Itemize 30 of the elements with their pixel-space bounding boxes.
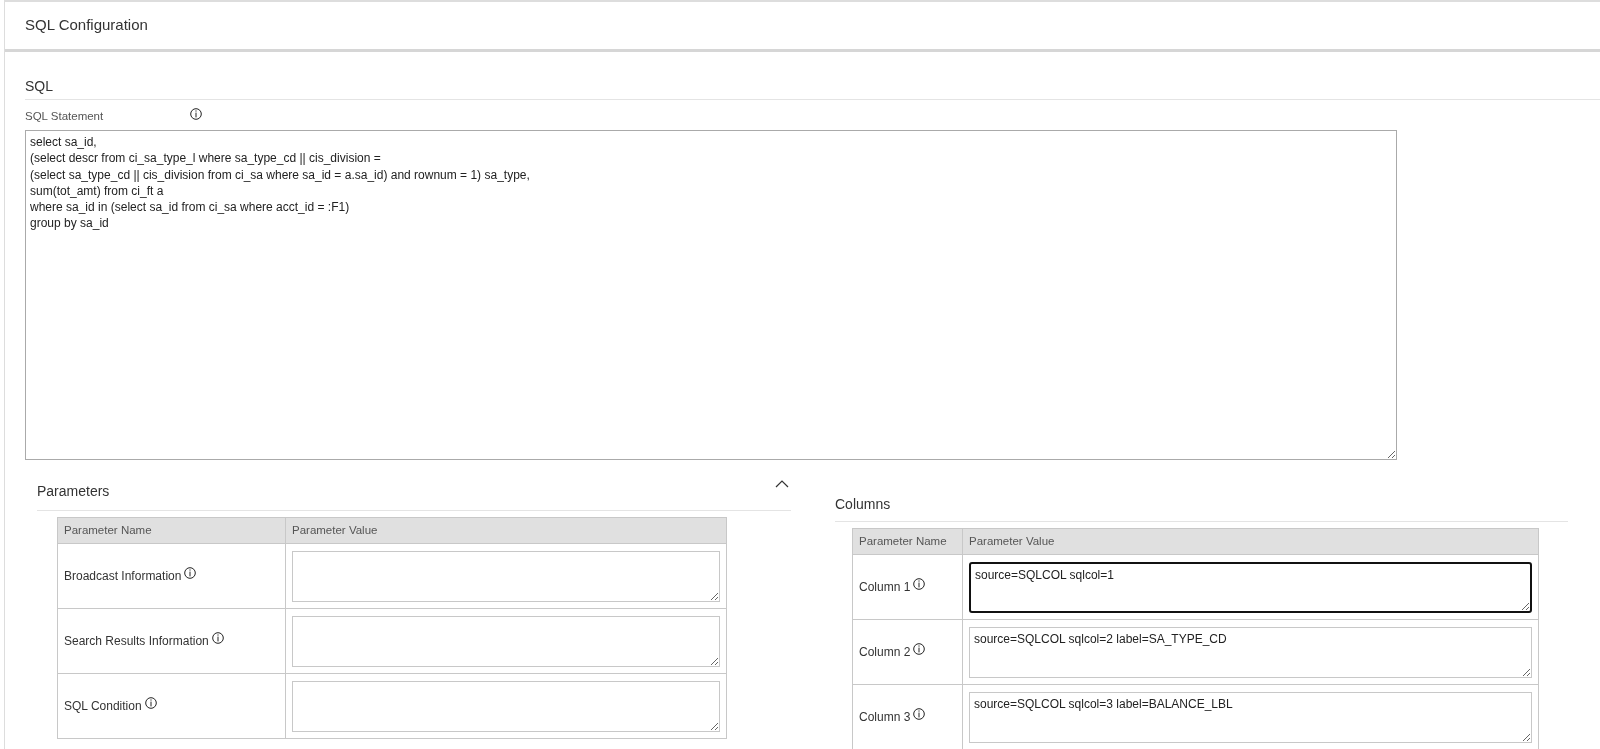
parameter-value-field[interactable] [292, 680, 720, 732]
info-icon[interactable] [144, 697, 157, 710]
column-header: Parameter Value [962, 528, 1539, 555]
chevron-up-icon[interactable] [775, 480, 789, 488]
sql-statement-field[interactable]: select sa_id, (select descr from ci_sa_type_l where sa_type_cd || cis_division = (select sa_type_cd || cis_division from ci_sa where sa_id = a.sa_id) and rownum = 1) sa_type, sum(tot_amt) from ci_ft a where sa_id in (select sa_id from ci_sa where acct_id = :F1) group by sa_id [25, 130, 1397, 460]
column-header: Parameter Value [285, 517, 727, 544]
parameter-value-field[interactable] [292, 615, 720, 667]
window-title: SQL Configuration [25, 15, 148, 36]
parameter-label: Broadcast Information [64, 569, 182, 584]
section-heading: SQL [25, 76, 1600, 100]
info-icon[interactable] [190, 108, 203, 120]
info-icon[interactable] [184, 567, 197, 580]
info-icon[interactable] [913, 578, 926, 591]
parameter-value-field[interactable]: source=SQLCOL sqlcol=1 [969, 561, 1532, 613]
parameter-label: Column 3 [859, 710, 911, 725]
info-icon[interactable] [211, 632, 224, 645]
parameter-label: Column 1 [859, 580, 911, 595]
section-heading: Parameters [37, 482, 110, 501]
parameter-value-field[interactable]: source=SQLCOL sqlcol=3 label=BALANCE_LBL [969, 691, 1532, 743]
column-header: Parameter Name [57, 517, 286, 544]
parameter-label: Search Results Information [64, 634, 209, 649]
section-heading: Columns [835, 496, 891, 514]
info-icon[interactable] [913, 708, 926, 721]
info-icon[interactable] [913, 643, 926, 656]
parameter-label: SQL Condition [64, 699, 142, 714]
parameter-label: Column 2 [859, 645, 911, 660]
parameter-value-field[interactable]: source=SQLCOL sqlcol=2 label=SA_TYPE_CD [969, 626, 1532, 678]
parameter-value-field[interactable] [292, 550, 720, 602]
column-header: Parameter Name [852, 528, 963, 555]
field-label: SQL Statement [25, 109, 104, 125]
